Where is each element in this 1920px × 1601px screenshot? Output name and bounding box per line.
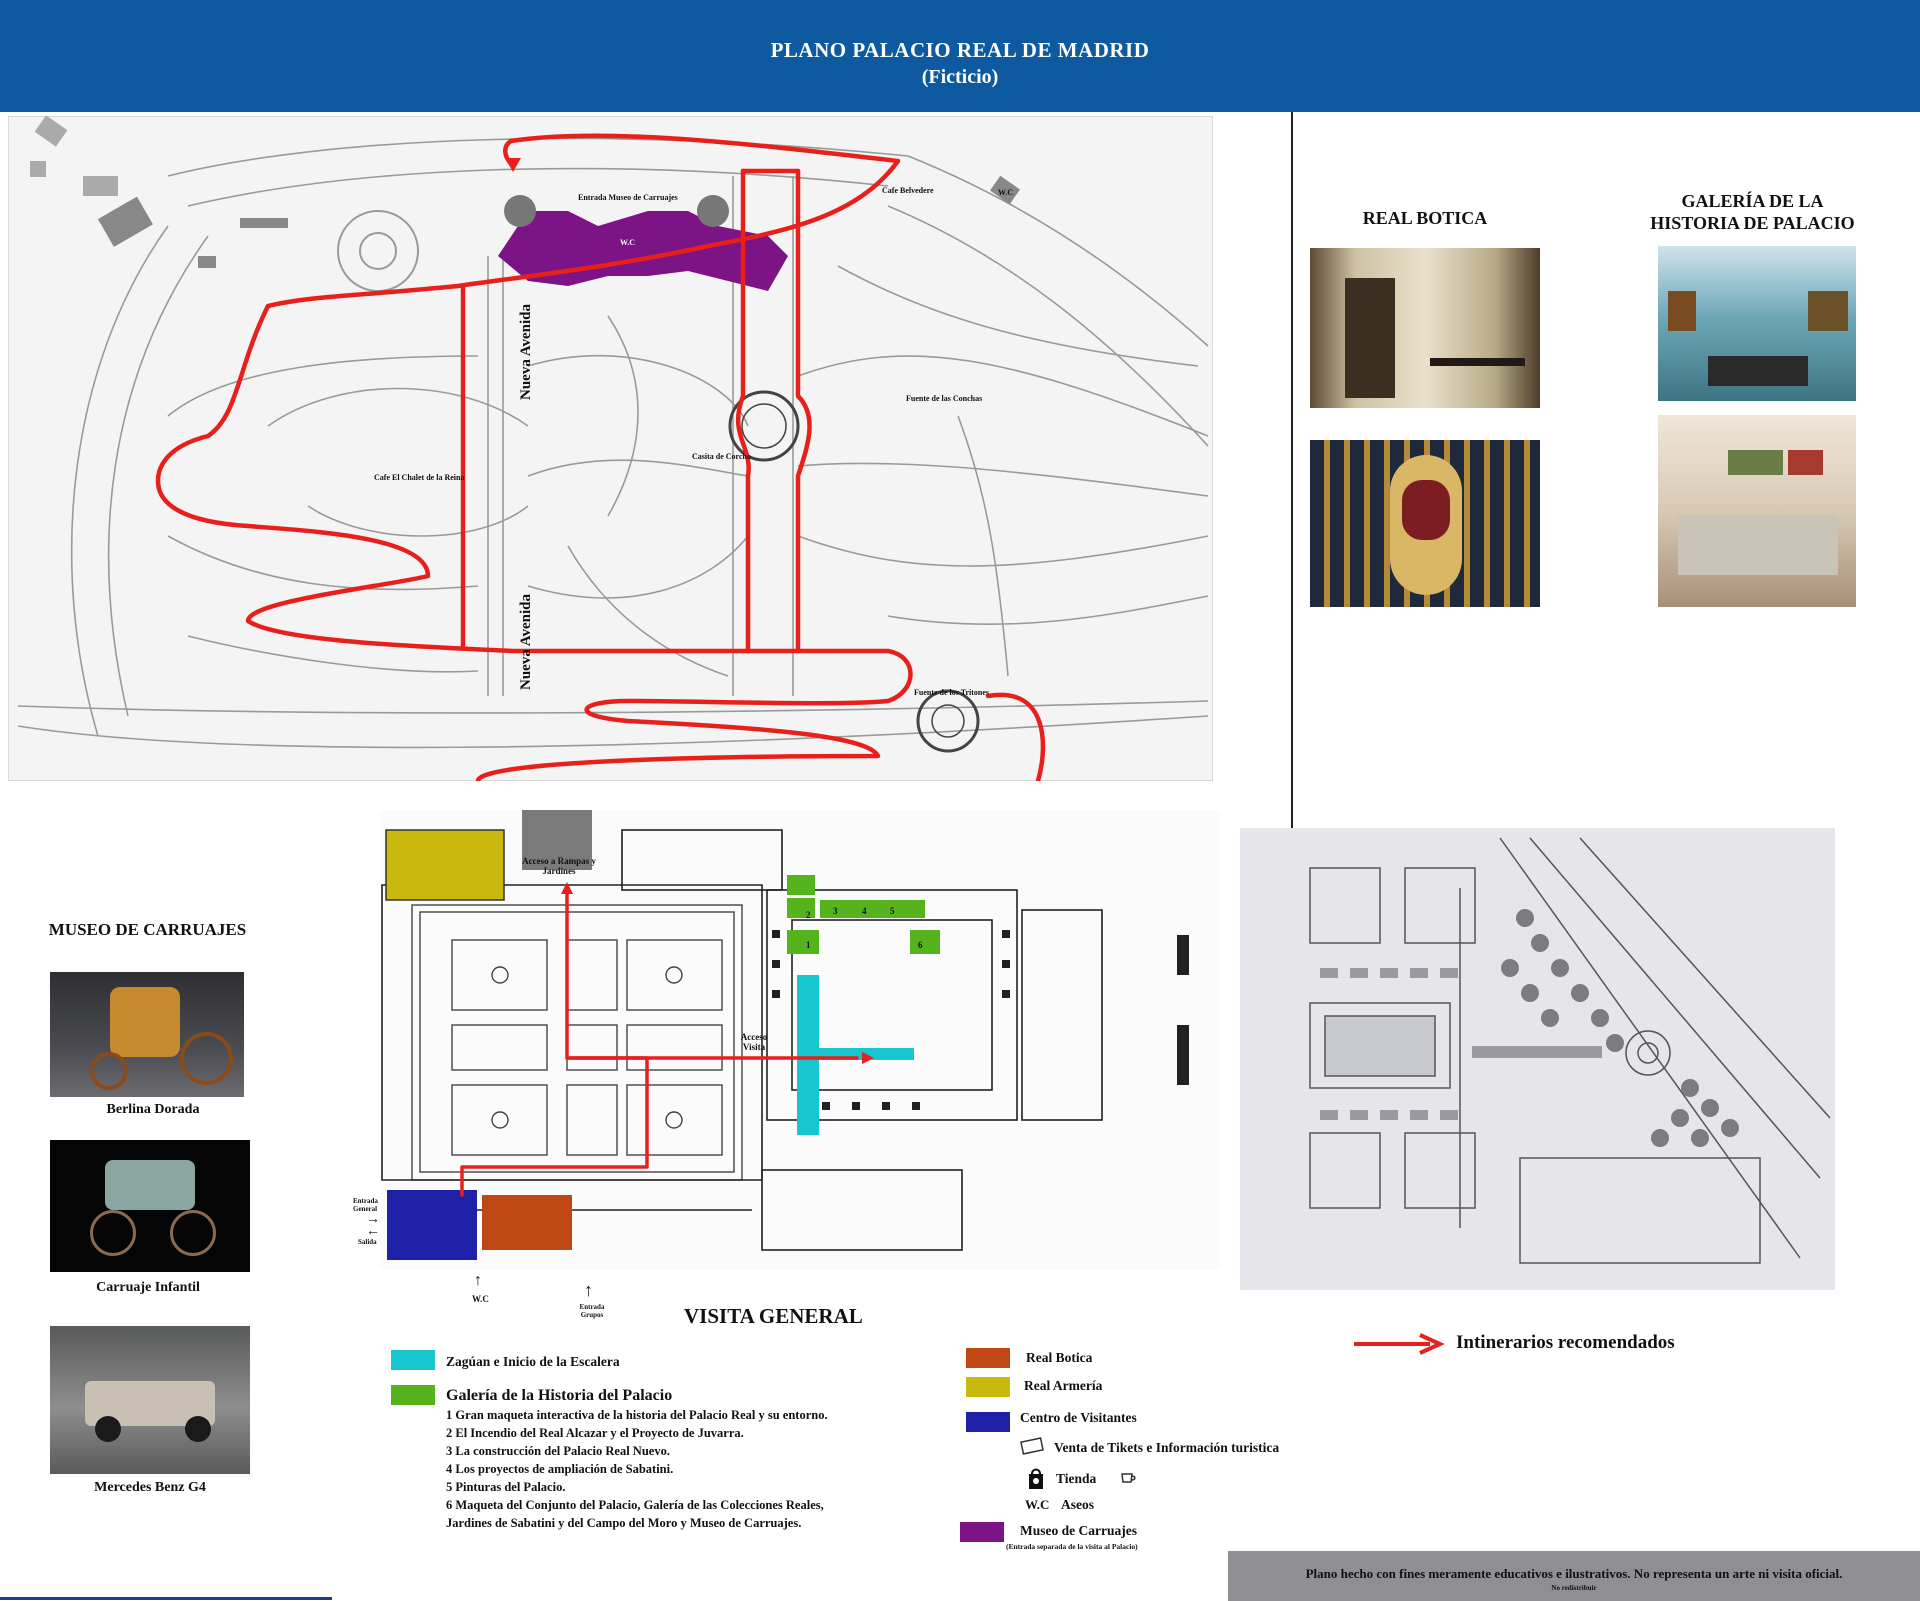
legend-itinerario: Intinerarios recomendados — [1456, 1332, 1675, 1353]
gallery-number-4: 4 — [862, 906, 867, 916]
legend-galeria-item-4: 4 Los proyectos de ampliación de Sabatin… — [446, 1462, 674, 1476]
legend-wc-symbol: W.C — [1025, 1497, 1050, 1512]
label-entrada-museo: Entrada Museo de Carruajes — [578, 193, 678, 202]
legend-real-botica: Real Botica — [1026, 1350, 1093, 1365]
panel-divider — [1291, 112, 1293, 852]
real-botica-title: REAL BOTICA — [1362, 208, 1488, 228]
museo-title: MUSEO DE CARRUAJES — [48, 920, 247, 939]
galeria-photo-1 — [1658, 246, 1856, 401]
visita-general-title: VISITA GENERAL — [684, 1304, 863, 1328]
cafe-cup-icon — [1121, 1473, 1136, 1483]
legend-galeria-item-7: Jardines de Sabatini y del Campo del Mor… — [446, 1516, 802, 1530]
galeria-photo-2 — [1658, 415, 1856, 607]
disclaimer-small: No redistribuir — [1551, 1584, 1597, 1592]
galeria-title: GALERÍA DE LA HISTORIA DE PALACIO — [1650, 191, 1855, 233]
legend-galeria-item-6: 6 Maqueta del Conjunto del Palacio, Gale… — [446, 1498, 824, 1512]
arrow-salida: ← — [366, 1224, 380, 1239]
arrow-wc: ↑ — [474, 1272, 482, 1289]
museo-photo-infantil — [50, 1140, 250, 1272]
legend-galeria-item-2: 2 El Incendio del Real Alcazar y el Proy… — [446, 1426, 744, 1440]
museo-photo-mercedes — [50, 1326, 250, 1474]
disclaimer-text: Plano hecho con fines meramente educativ… — [1305, 1566, 1843, 1581]
legend-swatch-zaguan — [391, 1350, 435, 1370]
gallery-number-1: 1 — [806, 940, 811, 950]
real-botica-photo-2 — [1310, 440, 1540, 607]
label-wc-museo: W.C — [620, 238, 636, 247]
arrow-entrada-grupos: ↑ — [584, 1280, 593, 1300]
legend-swatch-galeria — [391, 1385, 435, 1405]
gallery-number-3: 3 — [833, 906, 838, 916]
legend-swatch-botica — [966, 1348, 1010, 1368]
shop-bag-icon — [1029, 1468, 1043, 1489]
page-subtitle: (Ficticio) — [921, 66, 999, 88]
legend-swatch-museo — [960, 1522, 1004, 1542]
label-cafe-chalet: Cafe El Chalet de la Reina — [374, 473, 465, 482]
legend-tienda: Tienda — [1056, 1471, 1097, 1486]
label-acceso-visita: Acceso Visita — [740, 1032, 768, 1052]
sabatini-gardens-map — [1240, 828, 1835, 1290]
gallery-number-2: 2 — [806, 910, 811, 920]
label-wc-palace: W.C — [472, 1294, 489, 1304]
park-map[interactable] — [8, 116, 1213, 781]
ticket-icon — [1020, 1437, 1044, 1455]
legend-galeria-item-5: 5 Pinturas del Palacio. — [446, 1480, 566, 1494]
museo-photo-berlina — [50, 972, 244, 1097]
legend-galeria-item-3: 3 La construcción del Palacio Real Nuevo… — [446, 1444, 670, 1458]
legend-real-armeria: Real Armería — [1024, 1378, 1103, 1393]
legend-galeria-historia: Galería de la Historia del Palacio — [446, 1387, 673, 1404]
label-nueva-avenida-top: Nueva Avenida — [518, 304, 534, 400]
route-arrow-icon — [1354, 1333, 1444, 1355]
legend-venta-tikets: Venta de Tikets e Información turistica — [1054, 1440, 1280, 1455]
legend-aseos: Aseos — [1061, 1497, 1094, 1512]
label-wc-park: W.C — [998, 188, 1014, 197]
gallery-number-6: 6 — [918, 940, 923, 950]
legend-museo-note: (Entrada separada de la visita al Palaci… — [1006, 1542, 1138, 1551]
legend-swatch-armeria — [966, 1377, 1010, 1397]
label-casita-corcho: Casita de Corcho — [692, 452, 751, 461]
gallery-number-5: 5 — [890, 906, 895, 916]
museo-caption-mercedes: Mercedes Benz G4 — [94, 1480, 206, 1495]
header-banner: PLANO PALACIO REAL DE MADRID (Ficticio) — [0, 0, 1920, 112]
label-cafe-belvedere: Cafe Belvedere — [882, 186, 934, 195]
label-entrada-grupos: Entrada Grupos — [579, 1303, 605, 1319]
palace-map[interactable] — [372, 790, 1240, 1290]
museo-caption-berlina: Berlina Dorada — [106, 1102, 200, 1117]
label-nueva-avenida-bottom: Nueva Avenida — [518, 594, 534, 690]
label-entrada-general: Entrada General — [353, 1197, 378, 1213]
label-fuente-conchas: Fuente de las Conchas — [906, 394, 983, 403]
legend-museo-carruajes: Museo de Carruajes — [1020, 1523, 1137, 1538]
legend-zaguan: Zagúan e Inicio de la Escalera — [446, 1354, 620, 1369]
label-acceso-rampas: Acceso a Rampas y Jardines — [522, 856, 596, 876]
legend-swatch-centro — [966, 1412, 1010, 1432]
label-fuente-tritones: Fuente de los Tritones — [914, 688, 990, 697]
legend-galeria-item-1: 1 Gran maqueta interactiva de la histori… — [446, 1408, 828, 1422]
legend-centro-visitantes: Centro de Visitantes — [1020, 1410, 1137, 1425]
real-botica-photo-1 — [1310, 248, 1540, 408]
page-title: PLANO PALACIO REAL DE MADRID — [770, 38, 1150, 62]
museo-caption-infantil: Carruaje Infantil — [96, 1280, 200, 1295]
disclaimer-box: Plano hecho con fines meramente educativ… — [1228, 1551, 1920, 1601]
bottom-rule — [0, 1597, 332, 1600]
